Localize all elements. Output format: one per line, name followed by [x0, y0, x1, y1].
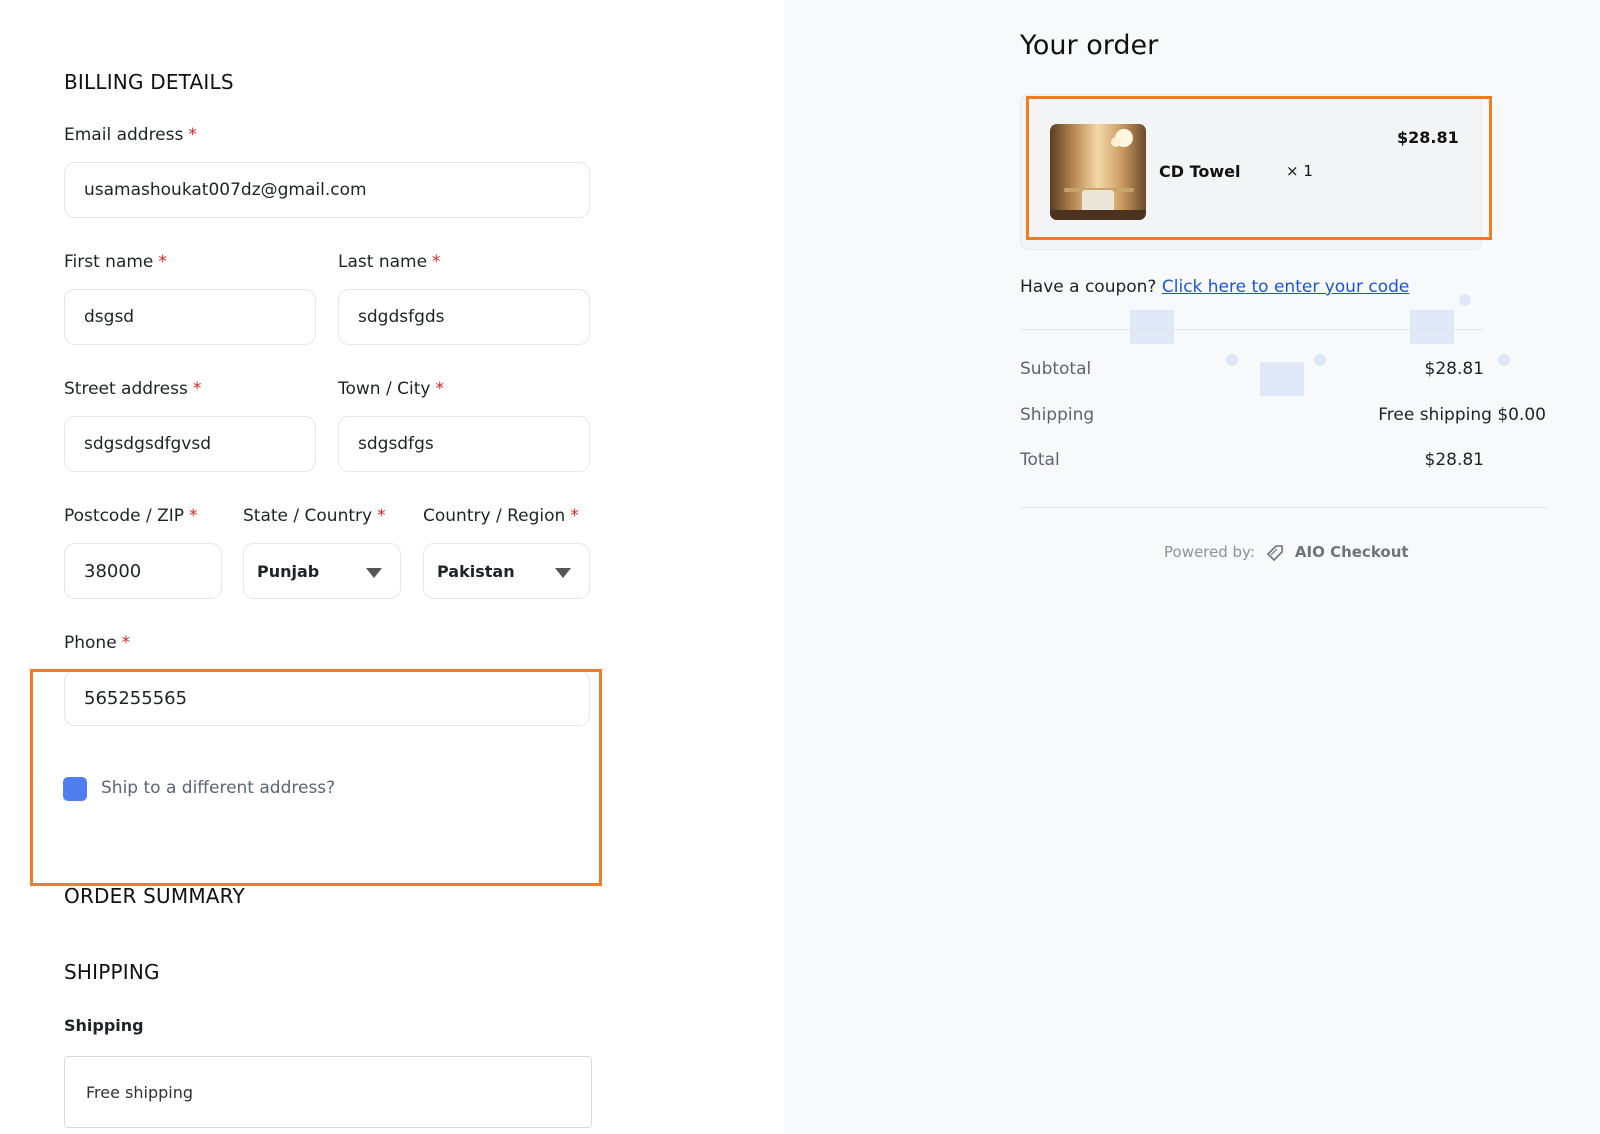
subtotal-value: $28.81 — [1424, 359, 1484, 379]
first-name-field[interactable]: dsgsd — [64, 289, 316, 345]
required-mark: * — [121, 633, 131, 653]
postcode-label: Postcode / ZIP * — [64, 506, 198, 526]
total-value: $28.81 — [1424, 450, 1484, 470]
order-title: Your order — [1020, 30, 1159, 61]
email-label-text: Email address — [64, 125, 184, 145]
state-label-text: State / Country — [243, 506, 373, 526]
street-field[interactable]: sdgsdgsdfgvsd — [64, 416, 316, 472]
required-mark: * — [435, 379, 444, 399]
last-name-field[interactable]: sdgdsfgds — [338, 289, 590, 345]
street-label-text: Street address — [64, 379, 188, 399]
shipping-label: Shipping — [64, 1016, 144, 1035]
powered-by-text: Powered by: — [1164, 543, 1255, 561]
country-label-text: Country / Region — [423, 506, 566, 526]
powered-by-brand[interactable]: AIO Checkout — [1295, 543, 1409, 561]
shipping-summary-value: Free shipping $0.00 — [1378, 405, 1546, 425]
phone-label: Phone * — [64, 633, 130, 653]
email-label: Email address * — [64, 125, 197, 145]
shipping-title: SHIPPING — [64, 960, 160, 984]
country-label: Country / Region * — [423, 506, 579, 526]
chevron-down-icon — [555, 568, 571, 578]
country-select[interactable]: Pakistan — [423, 543, 590, 599]
subtotal-label: Subtotal — [1020, 359, 1092, 379]
chevron-down-icon — [366, 568, 382, 578]
shipping-method-box[interactable]: Free shipping — [64, 1056, 592, 1128]
required-mark: * — [377, 506, 386, 526]
powered-by: Powered by: AIO Checkout — [1164, 542, 1409, 562]
postcode-label-text: Postcode / ZIP — [64, 506, 185, 526]
order-summary-title: ORDER SUMMARY — [64, 884, 245, 908]
highlight-box-phone — [30, 669, 602, 886]
state-label: State / Country * — [243, 506, 386, 526]
phone-label-text: Phone — [64, 633, 117, 653]
envelope-watermark-icon — [1130, 294, 1510, 396]
first-name-label: First name * — [64, 252, 167, 272]
state-select[interactable]: Punjab — [243, 543, 401, 599]
highlight-box-item — [1026, 96, 1492, 240]
divider-bottom — [1020, 507, 1547, 508]
required-mark: * — [188, 125, 197, 145]
tag-icon — [1266, 545, 1283, 562]
state-select-value: Punjab — [257, 561, 320, 581]
shipping-summary-label: Shipping — [1020, 405, 1095, 425]
city-label: Town / City * — [338, 379, 444, 399]
required-mark: * — [192, 379, 202, 399]
country-select-value: Pakistan — [437, 561, 515, 581]
city-field[interactable]: sdgsdfgs — [338, 416, 590, 472]
billing-title: BILLING DETAILS — [64, 70, 234, 94]
email-field[interactable]: usamashoukat007dz@gmail.com — [64, 162, 590, 218]
required-mark: * — [432, 252, 441, 272]
postcode-field[interactable]: 38000 — [64, 543, 222, 599]
street-label: Street address * — [64, 379, 201, 399]
city-label-text: Town / City — [338, 379, 431, 399]
first-name-label-text: First name — [64, 252, 154, 272]
required-mark: * — [570, 506, 579, 526]
total-label: Total — [1020, 450, 1060, 470]
last-name-label: Last name * — [338, 252, 441, 272]
divider-top — [1020, 329, 1484, 330]
required-mark: * — [158, 252, 167, 272]
last-name-label-text: Last name — [338, 252, 428, 272]
required-mark: * — [189, 506, 198, 526]
